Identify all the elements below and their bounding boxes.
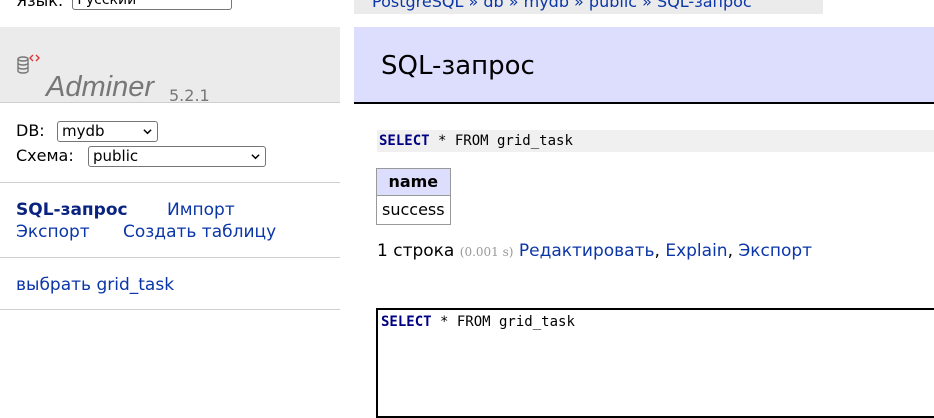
- table-cell: success: [376, 195, 451, 225]
- export-link[interactable]: Экспорт: [16, 221, 90, 243]
- result-export-link[interactable]: Экспорт: [738, 241, 812, 261]
- executed-query[interactable]: SELECT * FROM grid_task: [377, 130, 934, 152]
- column-header[interactable]: name: [376, 168, 451, 196]
- database-icon: [17, 54, 40, 74]
- logo[interactable]: Adminer 5.2.1: [0, 27, 340, 105]
- logo-name[interactable]: Adminer: [46, 73, 154, 102]
- schema-label: Схема:: [16, 146, 74, 165]
- create-table-link[interactable]: Создать таблицу: [123, 221, 276, 243]
- db-select-value: mydb: [62, 122, 105, 140]
- version-label: 5.2.1: [169, 86, 210, 105]
- chevron-down-icon: [143, 129, 152, 135]
- sql-editor[interactable]: SELECT * FROM grid_task: [376, 308, 934, 418]
- db-select[interactable]: mydb: [57, 121, 158, 142]
- page-header: SQL-запрос: [354, 27, 934, 104]
- schema-select-value: public: [93, 147, 139, 165]
- row-count: 1 строка: [377, 241, 455, 261]
- result-table: name success: [376, 168, 451, 225]
- page-title: SQL-запрос: [381, 51, 535, 81]
- sql-query-link[interactable]: SQL-запрос: [16, 199, 128, 221]
- sql-keyword: SELECT: [381, 314, 432, 330]
- schema-select[interactable]: public: [88, 146, 266, 167]
- comma-separator: ,: [654, 241, 666, 261]
- table-link-grid-task[interactable]: выбрать grid_task: [16, 274, 174, 296]
- sql-rest: * FROM grid_task: [431, 314, 575, 330]
- language-select[interactable]: Русский: [72, 0, 233, 10]
- language-bar: Язык: Русский: [16, 0, 233, 10]
- breadcrumb[interactable]: PostgreSQL » db » mydb » public » SQL-за…: [354, 0, 823, 14]
- table-header-row: name: [376, 168, 451, 196]
- divider: [0, 309, 340, 310]
- chevron-down-icon: [251, 154, 260, 160]
- sql-keyword: SELECT: [379, 133, 430, 149]
- divider: [0, 182, 340, 183]
- comma-separator: ,: [727, 241, 739, 261]
- db-label: DB:: [16, 121, 45, 140]
- explain-link[interactable]: Explain: [665, 241, 727, 261]
- edit-link[interactable]: Редактировать: [519, 241, 655, 261]
- table-row: success: [376, 195, 451, 225]
- result-info: 1 строка (0.001 s) Редактировать, Explai…: [377, 240, 812, 263]
- language-label: Язык:: [16, 0, 64, 10]
- sql-rest: * FROM grid_task: [429, 133, 573, 149]
- divider: [0, 257, 340, 258]
- query-time: (0.001 s): [459, 245, 514, 259]
- import-link[interactable]: Импорт: [167, 199, 235, 221]
